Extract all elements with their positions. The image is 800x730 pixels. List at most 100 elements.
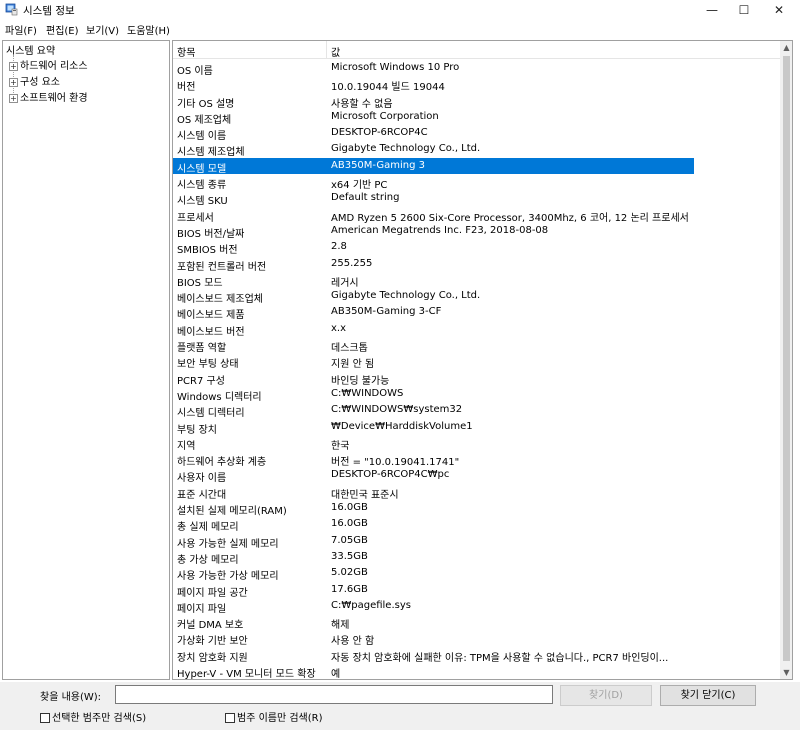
table-row[interactable]: BIOS 버전/날짜 American Megatrends Inc. F23, … xyxy=(173,223,780,240)
tree-item-hardware-resources[interactable]: + 하드웨어 리소스 xyxy=(9,57,88,72)
row-item-value: 2.8 xyxy=(331,241,347,253)
row-item-value: Default string xyxy=(331,192,400,204)
table-row[interactable]: OS 제조업체 Microsoft Corporation xyxy=(173,109,780,126)
row-item-name: SMBIOS 버전 xyxy=(177,245,238,257)
table-row[interactable]: 페이지 파일 C:₩pagefile.sys xyxy=(173,598,780,615)
window-title: 시스템 정보 xyxy=(23,5,75,17)
menu-help[interactable]: 도움말(H) xyxy=(127,22,170,37)
table-row[interactable]: 지역 한국 xyxy=(173,435,780,452)
system-information-window: 시스템 정보 — ☐ ✕ 파일(F) 편집(E) 보기(V) 도움말(H) 시스… xyxy=(0,0,800,730)
row-item-name: 사용 가능한 실제 메모리 xyxy=(177,538,279,550)
table-row[interactable]: 총 실제 메모리 16.0GB xyxy=(173,516,780,533)
table-row[interactable]: 하드웨어 추상화 계층 버전 = "10.0.19041.1741" xyxy=(173,451,780,469)
table-row[interactable]: 포함된 컨트롤러 버전 255.255 xyxy=(173,256,780,273)
menu-view[interactable]: 보기(V) xyxy=(86,22,119,37)
table-row[interactable]: Hyper-V - VM 모니터 모드 확장 예 xyxy=(173,663,780,679)
row-item-name: 하드웨어 추상화 계층 xyxy=(177,457,267,469)
column-header-item[interactable]: 항목 xyxy=(177,44,195,59)
table-row[interactable]: 시스템 이름 DESKTOP-6RCOP4C xyxy=(173,125,780,142)
search-category-names-checkbox[interactable]: 범주 이름만 검색(R) xyxy=(225,709,323,724)
row-item-name: BIOS 버전/날짜 xyxy=(177,228,245,240)
row-item-value: ₩Device₩HarddiskVolume1 xyxy=(331,420,473,432)
scroll-up-icon[interactable]: ▲ xyxy=(780,41,792,54)
table-row[interactable]: 설치된 실제 메모리(RAM) 16.0GB xyxy=(173,500,780,517)
row-item-value: 16.0GB xyxy=(331,518,368,530)
menu-bar: 파일(F) 편집(E) 보기(V) 도움말(H) xyxy=(0,20,800,38)
row-item-value: 지원 안 됨 xyxy=(331,359,375,371)
table-row[interactable]: 베이스보드 제품 AB350M-Gaming 3-CF xyxy=(173,304,780,321)
maximize-button[interactable]: ☐ xyxy=(727,0,761,20)
table-row[interactable]: 사용 가능한 실제 메모리 7.05GB xyxy=(173,533,780,550)
checkbox-icon[interactable] xyxy=(225,713,235,723)
find-input[interactable] xyxy=(115,685,553,704)
table-row[interactable]: PCR7 구성 바인딩 불가능 xyxy=(173,370,780,387)
table-row[interactable]: BIOS 모드 레거시 xyxy=(173,272,780,289)
row-item-name: 가상화 기반 보안 xyxy=(177,636,248,648)
row-item-name: 시스템 SKU xyxy=(177,196,228,208)
find-button[interactable]: 찾기(D) xyxy=(560,685,652,706)
close-find-button[interactable]: 찾기 닫기(C) xyxy=(660,685,756,706)
minimize-button[interactable]: — xyxy=(695,0,729,20)
row-item-value: DESKTOP-6RCOP4C₩pc xyxy=(331,469,450,481)
table-row[interactable]: 시스템 모델 AB350M-Gaming 3 xyxy=(173,157,780,175)
row-item-name: 시스템 제조업체 xyxy=(177,147,245,159)
table-row[interactable]: 시스템 SKU Default string xyxy=(173,190,780,208)
row-item-value: 255.255 xyxy=(331,257,373,269)
search-selected-category-checkbox[interactable]: 선택한 범주만 검색(S) xyxy=(40,709,146,724)
menu-edit[interactable]: 편집(E) xyxy=(46,22,79,37)
column-header-value[interactable]: 값 xyxy=(331,44,340,59)
expand-icon[interactable]: + xyxy=(9,93,18,103)
table-row[interactable]: 보안 부팅 상태 지원 안 됨 xyxy=(173,353,780,371)
table-row[interactable]: OS 이름 Microsoft Windows 10 Pro xyxy=(173,60,780,77)
close-button[interactable]: ✕ xyxy=(762,0,796,20)
table-row[interactable]: 커널 DMA 보호 해제 xyxy=(173,614,780,632)
checkbox-icon[interactable] xyxy=(40,713,50,723)
row-item-value: 10.0.19044 빌드 19044 xyxy=(331,82,445,94)
table-row[interactable]: 부팅 장치 ₩Device₩HarddiskVolume1 xyxy=(173,419,780,436)
table-row[interactable]: 플랫폼 역할 데스크톱 xyxy=(173,337,780,355)
row-item-value: 해제 xyxy=(331,620,350,632)
table-row[interactable]: 프로세서 AMD Ryzen 5 2600 Six-Core Processor,… xyxy=(173,207,780,224)
table-row[interactable]: SMBIOS 버전 2.8 xyxy=(173,239,780,257)
vertical-scrollbar[interactable]: ▲ ▼ xyxy=(780,41,792,679)
table-row[interactable]: 베이스보드 버전 x.x xyxy=(173,321,780,338)
expand-icon[interactable]: + xyxy=(9,61,18,71)
row-item-value: 바인딩 불가능 xyxy=(331,375,390,387)
row-item-name: 보안 부팅 상태 xyxy=(177,359,239,371)
table-row[interactable]: 총 가상 메모리 33.5GB xyxy=(173,549,780,566)
find-label: 찾을 내용(W): xyxy=(40,692,102,703)
table-row[interactable]: 표준 시간대 대한민국 표준시 xyxy=(173,484,780,501)
row-item-name: 기타 OS 설명 xyxy=(177,98,235,110)
row-item-name: 플랫폼 역할 xyxy=(177,343,227,355)
table-row[interactable]: 가상화 기반 보안 사용 안 함 xyxy=(173,630,780,648)
row-item-value: C:₩WINDOWS₩system32 xyxy=(331,404,463,416)
tree-item-software-environment[interactable]: + 소프트웨어 환경 xyxy=(9,89,88,104)
table-row[interactable]: 장치 암호화 지원 자동 장치 암호화에 실패한 이유: TPM을 사용할 수 없… xyxy=(173,647,780,664)
list-rows: OS 이름 Microsoft Windows 10 Pro 버전 10.0.1904… xyxy=(173,60,780,679)
scroll-down-icon[interactable]: ▼ xyxy=(780,666,792,679)
row-item-value: AMD Ryzen 5 2600 Six-Core Processor, 340… xyxy=(331,212,689,224)
row-item-name: 지역 xyxy=(177,440,196,452)
table-row[interactable]: 베이스보드 제조업체 Gigabyte Technology Co., Ltd. xyxy=(173,288,780,305)
table-row[interactable]: 사용자 이름 DESKTOP-6RCOP4C₩pc xyxy=(173,467,780,484)
checkbox-label: 범주 이름만 검색(R) xyxy=(237,713,323,724)
menu-file[interactable]: 파일(F) xyxy=(5,22,37,37)
expand-icon[interactable]: + xyxy=(9,77,18,87)
table-row[interactable]: 시스템 디렉터리 C:₩WINDOWS₩system32 xyxy=(173,402,780,419)
column-divider[interactable] xyxy=(326,41,327,59)
table-row[interactable]: Windows 디렉터리 C:₩WINDOWS xyxy=(173,386,780,403)
table-row[interactable]: 기타 OS 설명 사용할 수 없음 xyxy=(173,93,780,110)
table-row[interactable]: 시스템 종류 x64 기반 PC xyxy=(173,174,780,191)
scrollbar-thumb[interactable] xyxy=(783,56,790,661)
row-item-value: 버전 = "10.0.19041.1741" xyxy=(331,457,460,469)
table-row[interactable]: 사용 가능한 가상 메모리 5.02GB xyxy=(173,565,780,582)
tree-item-label: 하드웨어 리소스 xyxy=(20,61,88,72)
tree-item-label: 소프트웨어 환경 xyxy=(20,93,88,104)
table-row[interactable]: 페이지 파일 공간 17.6GB xyxy=(173,582,780,599)
tree-item-components[interactable]: + 구성 요소 xyxy=(9,73,60,88)
row-item-name: 페이지 파일 공간 xyxy=(177,587,248,599)
row-item-value: 7.05GB xyxy=(331,534,368,546)
table-row[interactable]: 버전 10.0.19044 빌드 19044 xyxy=(173,76,780,94)
row-item-value: Gigabyte Technology Co., Ltd. xyxy=(331,143,481,155)
table-row[interactable]: 시스템 제조업체 Gigabyte Technology Co., Ltd. xyxy=(173,141,780,159)
